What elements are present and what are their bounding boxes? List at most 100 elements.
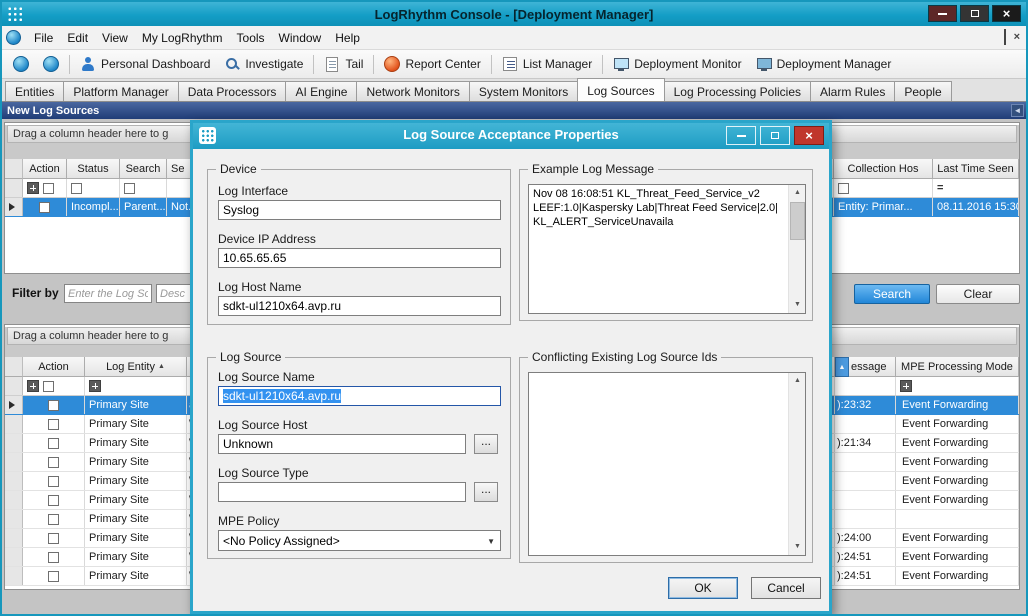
log-interface-field[interactable]: Syslog	[218, 200, 501, 220]
home-button[interactable]	[6, 52, 36, 76]
menu-edit[interactable]: Edit	[60, 28, 95, 48]
filter-checkbox[interactable]	[71, 183, 82, 194]
column-header-search[interactable]: Search	[120, 159, 167, 179]
tail-button[interactable]: Tail	[317, 53, 370, 76]
menu-tools[interactable]: Tools	[230, 28, 272, 48]
row-checkbox[interactable]	[48, 552, 59, 563]
log-source-type-browse-button[interactable]: ...	[474, 482, 498, 502]
column-header-action[interactable]: Action	[23, 159, 67, 179]
collapse-arrow-icon[interactable]: ◄	[1011, 104, 1024, 117]
tab-ai-engine[interactable]: AI Engine	[285, 81, 357, 101]
scroll-down-icon[interactable]: ▼	[789, 539, 806, 555]
toolbar-separator	[373, 55, 374, 74]
window-minimize-button[interactable]	[928, 5, 957, 22]
row-checkbox[interactable]	[48, 514, 59, 525]
log-source-name-field[interactable]: sdkt-ul1210x64.avp.ru	[218, 386, 501, 406]
column-header-mpe-processing-mode[interactable]: MPE Processing Mode	[896, 357, 1019, 377]
investigate-button[interactable]: Investigate	[217, 52, 310, 76]
vertical-scrollbar[interactable]: ▲ ▼	[788, 373, 805, 555]
deployment-manager-button[interactable]: Deployment Manager	[749, 52, 899, 76]
log-source-type-field[interactable]	[218, 482, 466, 502]
conflicting-ids-textarea[interactable]: ▲ ▼	[528, 372, 806, 556]
log-host-name-field[interactable]: sdkt-ul1210x64.avp.ru	[218, 296, 501, 316]
window-maximize-button[interactable]	[960, 5, 989, 22]
row-checkbox[interactable]	[48, 457, 59, 468]
last-log-message-cell	[835, 415, 896, 433]
row-checkbox[interactable]	[48, 438, 59, 449]
row-checkbox[interactable]	[48, 571, 59, 582]
personal-dashboard-button[interactable]: Personal Dashboard	[73, 52, 217, 76]
vertical-scrollbar[interactable]: ▲ ▼	[788, 185, 805, 313]
web-console-button[interactable]	[36, 52, 66, 76]
menu-help[interactable]: Help	[328, 28, 367, 48]
menu-view[interactable]: View	[95, 28, 135, 48]
select-all-checkbox[interactable]	[27, 380, 39, 392]
log-source-host-browse-button[interactable]: ...	[474, 434, 498, 454]
dialog-close-button[interactable]: ×	[794, 126, 824, 145]
example-log-message-textarea[interactable]: Nov 08 16:08:51 KL_Threat_Feed_Service_v…	[528, 184, 806, 314]
device-ip-field[interactable]: 10.65.65.65	[218, 248, 501, 268]
row-checkbox[interactable]	[48, 400, 59, 411]
conflicts-group-legend: Conflicting Existing Log Source Ids	[528, 350, 721, 364]
deployment-monitor-button[interactable]: Deployment Monitor	[606, 52, 748, 76]
mpe-processing-mode-cell: Event Forwarding	[896, 472, 1019, 490]
tab-system-monitors[interactable]: System Monitors	[469, 81, 578, 101]
tab-data-processors[interactable]: Data Processors	[178, 81, 287, 101]
menu-window[interactable]: Window	[272, 28, 329, 48]
dialog-titlebar[interactable]: Log Source Acceptance Properties ×	[193, 123, 829, 149]
mpe-policy-dropdown[interactable]: <No Policy Assigned> ▼	[218, 530, 501, 551]
log-source-host-field[interactable]: Unknown	[218, 434, 466, 454]
tab-entities[interactable]: Entities	[5, 81, 64, 101]
row-checkbox[interactable]	[48, 476, 59, 487]
search-button[interactable]: Search	[854, 284, 930, 304]
mpe-processing-mode-cell: Event Forwarding	[896, 529, 1019, 547]
filter-checkbox[interactable]	[43, 381, 54, 392]
report-center-button[interactable]: Report Center	[377, 52, 487, 76]
equals-filter-icon[interactable]: =	[937, 182, 943, 194]
filter-checkbox[interactable]	[838, 183, 849, 194]
mdi-close-button[interactable]: ×	[1014, 32, 1020, 43]
column-header-action[interactable]: Action	[23, 357, 85, 377]
list-manager-button[interactable]: List Manager	[495, 52, 599, 76]
dialog-maximize-button[interactable]	[760, 126, 790, 145]
tab-log-sources[interactable]: Log Sources	[577, 78, 664, 101]
select-all-checkbox[interactable]	[89, 380, 101, 392]
row-checkbox[interactable]	[39, 202, 50, 213]
cancel-button[interactable]: Cancel	[751, 577, 821, 599]
scroll-up-icon[interactable]: ▲	[789, 185, 806, 201]
row-checkbox[interactable]	[48, 533, 59, 544]
window-titlebar[interactable]: LogRhythm Console - [Deployment Manager]…	[2, 2, 1026, 26]
tab-people[interactable]: People	[894, 81, 951, 101]
tab-network-monitors[interactable]: Network Monitors	[356, 81, 469, 101]
column-header-log-entity[interactable]: Log Entity ▲	[85, 357, 187, 377]
menu-my-logrhythm[interactable]: My LogRhythm	[135, 28, 230, 48]
dialog-minimize-button[interactable]	[726, 126, 756, 145]
ok-button[interactable]: OK	[668, 577, 738, 599]
mdi-restore-button[interactable]	[1004, 30, 1006, 44]
mpe-processing-mode-cell: Event Forwarding	[896, 567, 1019, 585]
scroll-up-icon[interactable]: ▲	[835, 357, 849, 377]
column-header-collection-host[interactable]: Collection Hos	[834, 159, 933, 179]
window-close-button[interactable]: ×	[992, 5, 1021, 22]
log-source-filter-input[interactable]	[64, 284, 152, 303]
clear-button[interactable]: Clear	[936, 284, 1020, 304]
mpe-policy-value: <No Policy Assigned>	[223, 534, 340, 548]
column-header-status[interactable]: Status	[67, 159, 120, 179]
column-header-last-time-seen[interactable]: Last Time Seen	[933, 159, 1019, 179]
filter-checkbox[interactable]	[124, 183, 135, 194]
row-checkbox[interactable]	[48, 419, 59, 430]
scroll-down-icon[interactable]: ▼	[789, 297, 806, 313]
example-log-message-text: Nov 08 16:08:51 KL_Threat_Feed_Service_v…	[533, 187, 783, 229]
column-header-message-partial[interactable]: essage	[849, 357, 896, 377]
tab-log-processing-policies[interactable]: Log Processing Policies	[664, 81, 811, 101]
select-all-checkbox[interactable]	[900, 380, 912, 392]
scroll-up-icon[interactable]: ▲	[789, 373, 806, 389]
filter-checkbox[interactable]	[43, 183, 54, 194]
tab-alarm-rules[interactable]: Alarm Rules	[810, 81, 895, 101]
tab-platform-manager[interactable]: Platform Manager	[63, 81, 178, 101]
row-checkbox[interactable]	[48, 495, 59, 506]
scrollbar-thumb[interactable]	[790, 202, 805, 240]
menu-file[interactable]: File	[27, 28, 60, 48]
select-all-checkbox[interactable]	[27, 182, 39, 194]
log-entity-header-label: Log Entity	[106, 361, 155, 373]
